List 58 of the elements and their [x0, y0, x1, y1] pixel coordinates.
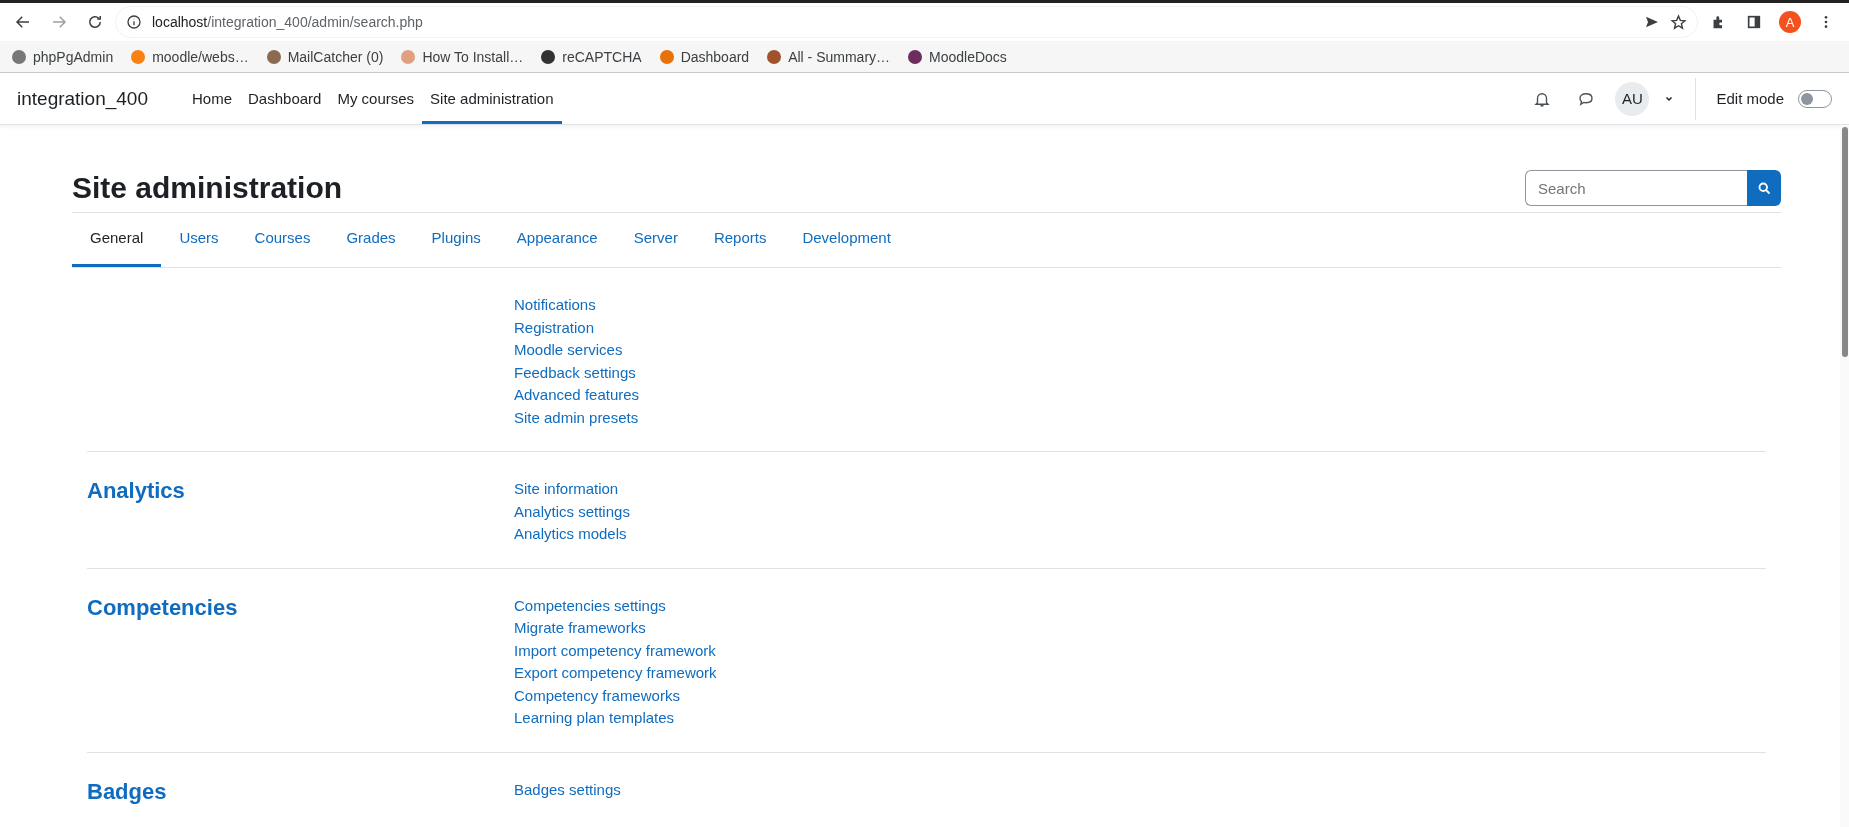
- nav-link[interactable]: Dashboard: [240, 73, 330, 124]
- tab[interactable]: Appearance: [498, 213, 616, 267]
- edit-mode-label: Edit mode: [1716, 90, 1784, 107]
- section-heading[interactable]: Badges: [87, 778, 167, 804]
- settings-link[interactable]: Export competency framework: [514, 662, 717, 685]
- settings-link[interactable]: Notifications: [514, 294, 640, 317]
- bookmark[interactable]: reCAPTCHA: [541, 48, 642, 65]
- section-heading[interactable]: Competencies: [87, 594, 238, 620]
- bookmark[interactable]: phpPgAdmin: [12, 48, 114, 65]
- edit-mode-switch[interactable]: [1798, 89, 1832, 108]
- settings-link[interactable]: Migrate frameworks: [514, 617, 717, 640]
- settings-link[interactable]: Badges settings: [514, 778, 621, 801]
- bookmark[interactable]: All - Summary…: [767, 48, 891, 65]
- settings-link[interactable]: Advanced features: [514, 384, 640, 407]
- settings-link[interactable]: Site information: [514, 478, 630, 501]
- tab[interactable]: Reports: [695, 213, 785, 267]
- settings-link[interactable]: Feedback settings: [514, 361, 640, 384]
- tab[interactable]: Grades: [328, 213, 414, 267]
- site-name[interactable]: integration_400: [17, 87, 148, 110]
- reload-icon: [86, 13, 104, 31]
- tab[interactable]: Plugins: [413, 213, 499, 267]
- bookmark[interactable]: How To Install…: [401, 48, 524, 65]
- side-panel-icon: [1746, 14, 1762, 30]
- forward-arrow-icon: [50, 13, 68, 31]
- section-heading[interactable]: Analytics: [87, 478, 185, 503]
- settings-link[interactable]: Analytics models: [514, 523, 630, 546]
- nav-link[interactable]: My courses: [329, 73, 423, 124]
- settings-link[interactable]: Learning plan templates: [514, 707, 717, 730]
- tab[interactable]: Server: [615, 213, 696, 267]
- settings-link[interactable]: Registration: [514, 316, 640, 339]
- settings-link[interactable]: Competency frameworks: [514, 684, 717, 707]
- bookmark[interactable]: Dashboard: [659, 48, 750, 65]
- settings-link[interactable]: Site admin presets: [514, 406, 640, 429]
- tab[interactable]: Users: [161, 213, 237, 267]
- settings-link[interactable]: Analytics settings: [514, 500, 630, 523]
- page-title: Site administration: [72, 171, 343, 205]
- search-button[interactable]: [1747, 170, 1781, 206]
- url-text: localhost/integration_400/admin/search.php: [152, 14, 424, 30]
- back-arrow-icon: [14, 13, 32, 31]
- tab[interactable]: Development: [784, 213, 909, 267]
- scrollbar[interactable]: [1840, 125, 1849, 827]
- search-field[interactable]: Search: [1525, 170, 1747, 206]
- nav-link[interactable]: Home: [184, 73, 240, 124]
- user-avatar[interactable]: AU: [1615, 81, 1650, 116]
- search-icon: [1756, 180, 1772, 196]
- send-icon: [1644, 14, 1660, 30]
- nav-link[interactable]: Site administration: [422, 73, 562, 124]
- settings-link[interactable]: Import competency framework: [514, 639, 717, 662]
- address-bar[interactable]: localhost/integration_400/admin/search.php: [116, 7, 1697, 37]
- settings-link[interactable]: Moodle services: [514, 339, 640, 362]
- tab[interactable]: Courses: [236, 213, 329, 267]
- bookmark[interactable]: MailCatcher (0): [266, 48, 384, 65]
- bookmark[interactable]: MoodleDocs: [908, 48, 1007, 65]
- bookmark[interactable]: moodle/webs…: [131, 48, 249, 65]
- info-icon: [126, 14, 142, 30]
- star-icon: [1670, 13, 1687, 31]
- tab[interactable]: General: [72, 213, 162, 267]
- settings-link[interactable]: Competencies settings: [514, 594, 717, 617]
